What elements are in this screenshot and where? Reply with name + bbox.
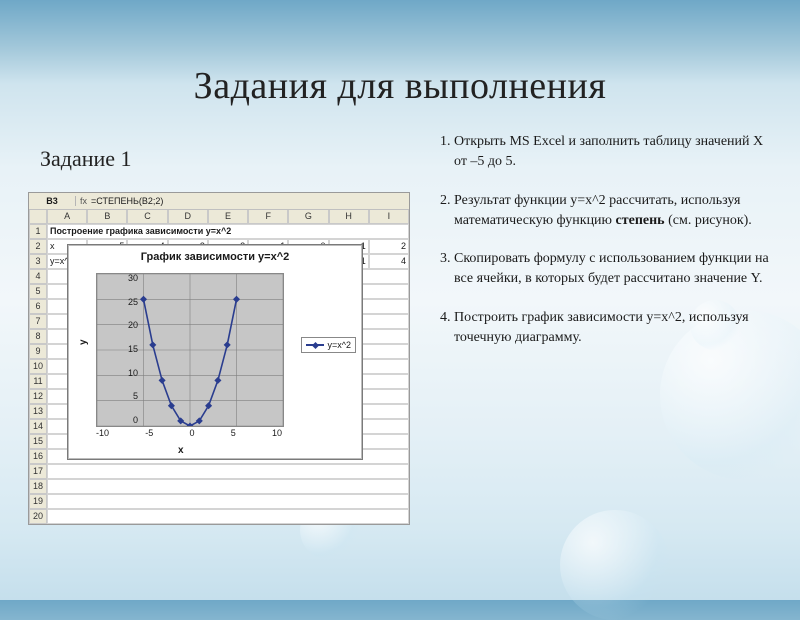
x-axis-label: x — [178, 445, 184, 456]
sheet-title: Построение графика зависимости y=x^2 — [47, 224, 409, 239]
excel-screenshot: B3 fx =СТЕПЕНЬ(B2;2) AB CD EF GH I 1 Пос… — [28, 192, 410, 525]
formula-bar: B3 fx =СТЕПЕНЬ(B2;2) — [29, 193, 409, 210]
chart-title: График зависимости y=x^2 — [68, 251, 362, 263]
y-ticks: 3025 2015 105 0 — [128, 273, 138, 425]
task-subtitle: Задание 1 — [40, 146, 132, 172]
legend-swatch-icon — [306, 344, 324, 346]
instruction-item: Результат функции y=x^2 рассчитать, испо… — [454, 191, 772, 232]
fx-icon: fx — [76, 196, 91, 206]
plot-area — [96, 273, 284, 427]
page-title: Задания для выполнения — [0, 64, 800, 108]
column-headers: AB CD EF GH I — [29, 210, 409, 224]
y-axis-label: y — [78, 339, 89, 345]
formula-text: =СТЕПЕНЬ(B2;2) — [91, 196, 163, 206]
x-ticks: -10-5 05 10 — [96, 428, 282, 438]
instruction-item: Скопировать формулу с использованием фун… — [454, 249, 772, 290]
chart-legend: y=x^2 — [301, 337, 356, 353]
embedded-chart: График зависимости y=x^2 y x — [67, 244, 363, 460]
instructions-list: Открыть MS Excel и заполнить таблицу зна… — [432, 132, 772, 366]
name-box: B3 — [29, 196, 76, 206]
instruction-item: Открыть MS Excel и заполнить таблицу зна… — [454, 132, 772, 173]
instruction-item: Построить график зависимости y=x^2, испо… — [454, 308, 772, 349]
excel-body: 1 Построение графика зависимости y=x^2 2… — [29, 224, 409, 524]
